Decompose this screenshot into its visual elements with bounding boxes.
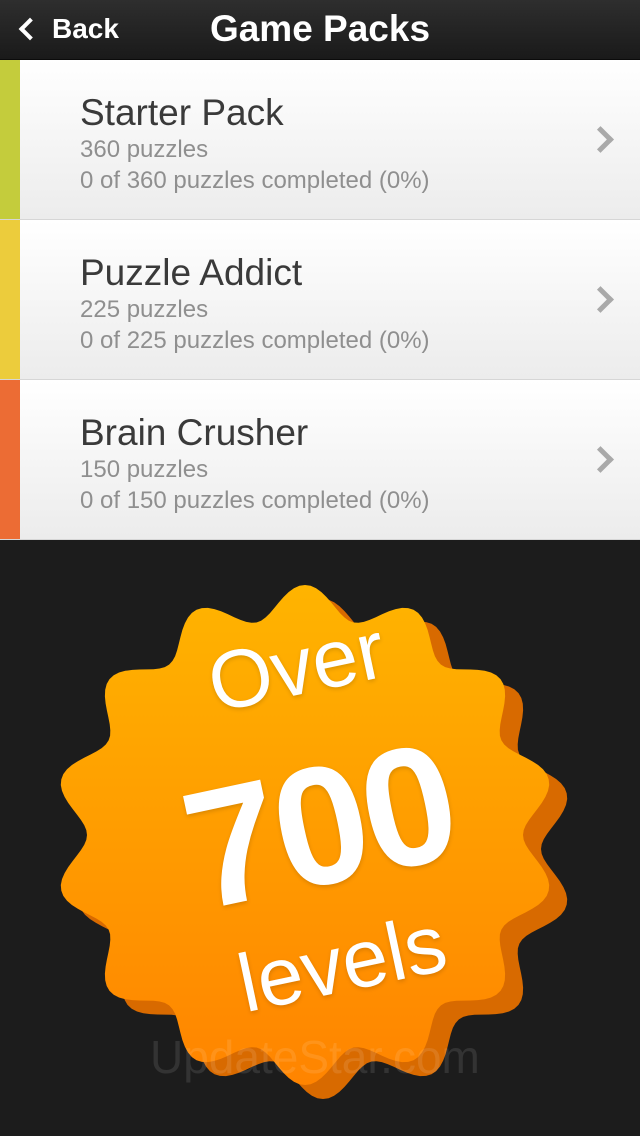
pack-accent-bar — [0, 60, 20, 219]
pack-info: Puzzle Addict 225 puzzles 0 of 225 puzzl… — [80, 252, 430, 356]
watermark: UpdateStar.com — [150, 1031, 480, 1083]
navigation-bar: Back Game Packs — [0, 0, 640, 60]
pack-row-brain-crusher[interactable]: Brain Crusher 150 puzzles 0 of 150 puzzl… — [0, 380, 640, 540]
pack-name: Starter Pack — [80, 92, 284, 133]
pack-accent-bar — [0, 380, 20, 539]
pack-progress: 0 of 150 puzzles completed (0%) — [80, 487, 430, 514]
promo-banner: Over 700 levels UpdateStar.com — [0, 540, 640, 1136]
pack-name: Brain Crusher — [80, 412, 309, 453]
pack-puzzle-count: 150 puzzles — [80, 456, 209, 483]
chevron-right-icon — [587, 446, 614, 473]
pack-row-puzzle-addict[interactable]: Puzzle Addict 225 puzzles 0 of 225 puzzl… — [0, 220, 640, 380]
back-button-label: Back — [52, 13, 119, 44]
pack-info: Starter Pack 360 puzzles 0 of 360 puzzle… — [80, 92, 430, 196]
game-pack-list: Starter Pack 360 puzzles 0 of 360 puzzle… — [0, 60, 640, 540]
chevron-left-icon — [18, 17, 42, 41]
chevron-right-icon — [587, 286, 614, 313]
pack-row-starter-pack[interactable]: Starter Pack 360 puzzles 0 of 360 puzzle… — [0, 60, 640, 220]
pack-puzzle-count: 225 puzzles — [80, 296, 209, 323]
pack-name: Puzzle Addict — [80, 252, 303, 293]
chevron-right-icon — [587, 126, 614, 153]
pack-progress: 0 of 360 puzzles completed (0%) — [80, 167, 430, 194]
pack-progress: 0 of 225 puzzles completed (0%) — [80, 327, 430, 354]
pack-info: Brain Crusher 150 puzzles 0 of 150 puzzl… — [80, 412, 430, 516]
pack-puzzle-count: 360 puzzles — [80, 136, 209, 163]
back-button[interactable]: Back — [12, 8, 119, 50]
pack-accent-bar — [0, 220, 20, 379]
